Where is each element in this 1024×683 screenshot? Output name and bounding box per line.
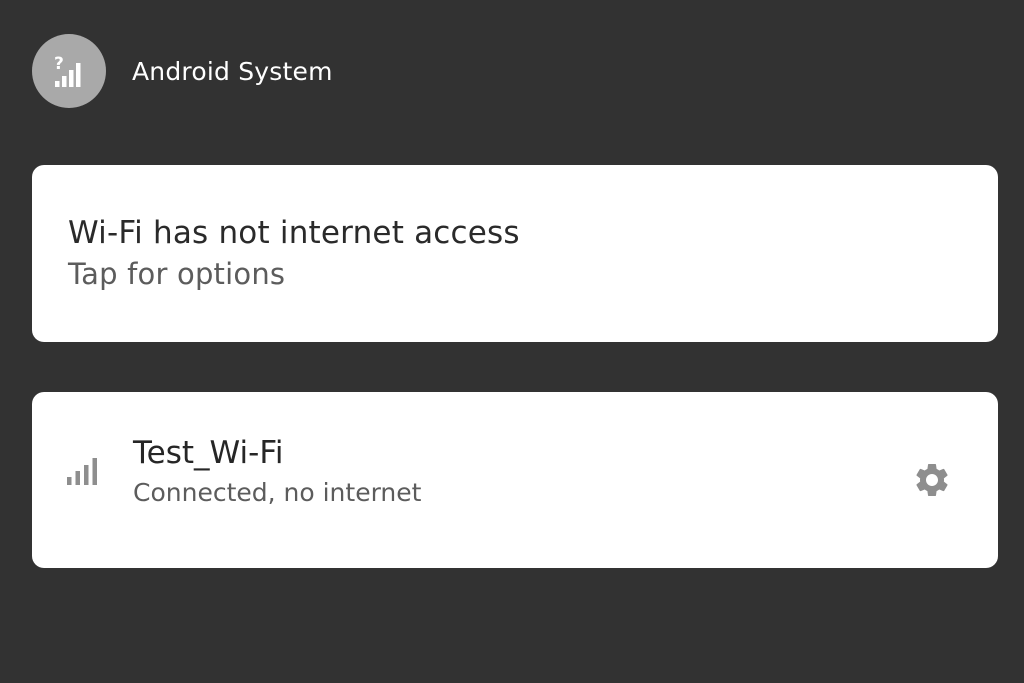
svg-text:?: ? (54, 54, 64, 74)
network-status: Connected, no internet (133, 478, 422, 507)
android-system-icon: ? (32, 34, 106, 108)
no-internet-notification[interactable]: Wi-Fi has not internet access Tap for op… (32, 165, 998, 342)
network-settings-button[interactable] (910, 458, 954, 502)
notification-header: ? Android System (32, 34, 333, 108)
network-item[interactable]: Test_Wi-Fi Connected, no internet (32, 392, 998, 568)
signal-question-icon: ? (54, 54, 81, 87)
notification-subtitle: Tap for options (68, 257, 286, 291)
notification-title: Wi-Fi has not internet access (68, 215, 520, 251)
signal-strength-icon (67, 458, 97, 485)
gear-icon (916, 464, 948, 496)
network-name: Test_Wi-Fi (133, 435, 284, 471)
app-name: Android System (132, 56, 333, 86)
network-info: Test_Wi-Fi Connected, no internet (133, 434, 421, 510)
